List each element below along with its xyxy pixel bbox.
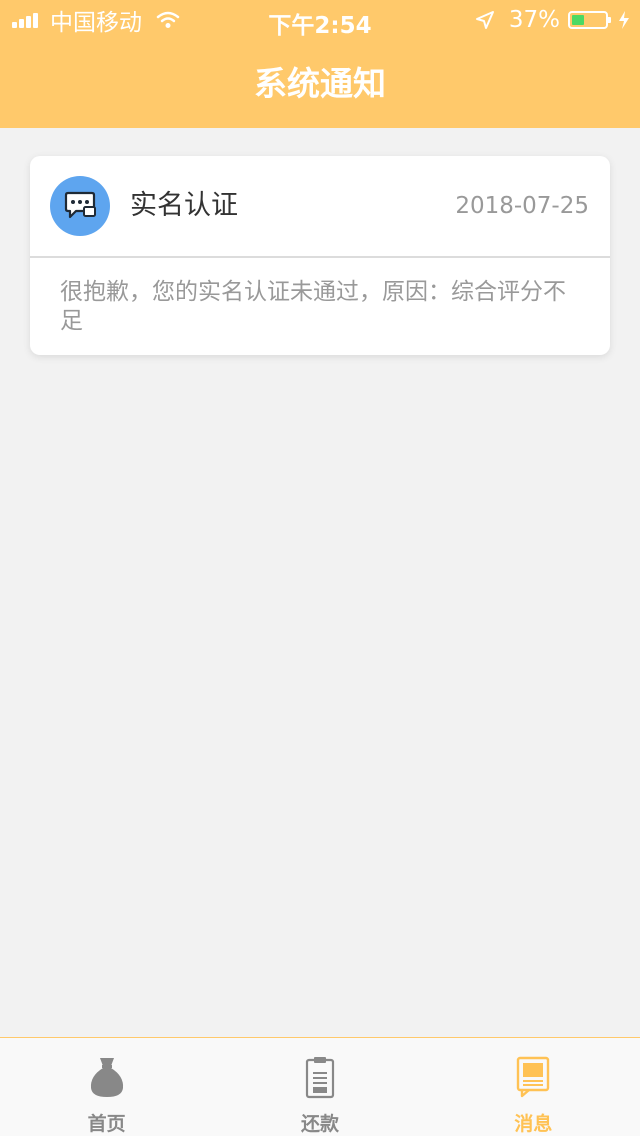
location-arrow-icon — [475, 10, 495, 30]
tab-home-label: 首页 — [87, 1113, 126, 1135]
notification-header: 实名认证 2018-07-25 — [30, 156, 610, 258]
battery-icon — [568, 11, 611, 29]
status-right: 37% — [475, 6, 630, 34]
screen: 中国移动 下午2:54 37% 系统通知 实名认证 2018-07-25 很抱歉… — [0, 0, 640, 1136]
page-title: 系统通知 — [254, 64, 386, 103]
message-icon — [50, 176, 110, 236]
money-bag-icon — [87, 1054, 127, 1100]
tab-bar: 首页 还款 消息 — [0, 1037, 640, 1136]
tab-home[interactable]: 首页 — [0, 1038, 213, 1136]
header: 中国移动 下午2:54 37% 系统通知 — [0, 0, 640, 128]
message-book-icon — [516, 1054, 550, 1100]
notification-body: 很抱歉，您的实名认证未通过，原因：综合评分不足 — [60, 279, 566, 334]
tab-messages-label: 消息 — [514, 1113, 553, 1135]
status-bar: 中国移动 下午2:54 37% — [0, 0, 640, 40]
battery-percent: 37% — [508, 7, 560, 33]
notification-card[interactable]: 实名认证 2018-07-25 很抱歉，您的实名认证未通过，原因：综合评分不足 — [30, 156, 610, 355]
clipboard-icon — [304, 1054, 336, 1100]
notification-date: 2018-07-25 — [455, 193, 589, 219]
tab-messages[interactable]: 消息 — [427, 1038, 640, 1136]
tab-repay-label: 还款 — [300, 1113, 339, 1135]
notification-title: 实名认证 — [130, 190, 238, 221]
charging-bolt-icon — [618, 10, 630, 30]
tab-repay[interactable]: 还款 — [213, 1038, 426, 1136]
